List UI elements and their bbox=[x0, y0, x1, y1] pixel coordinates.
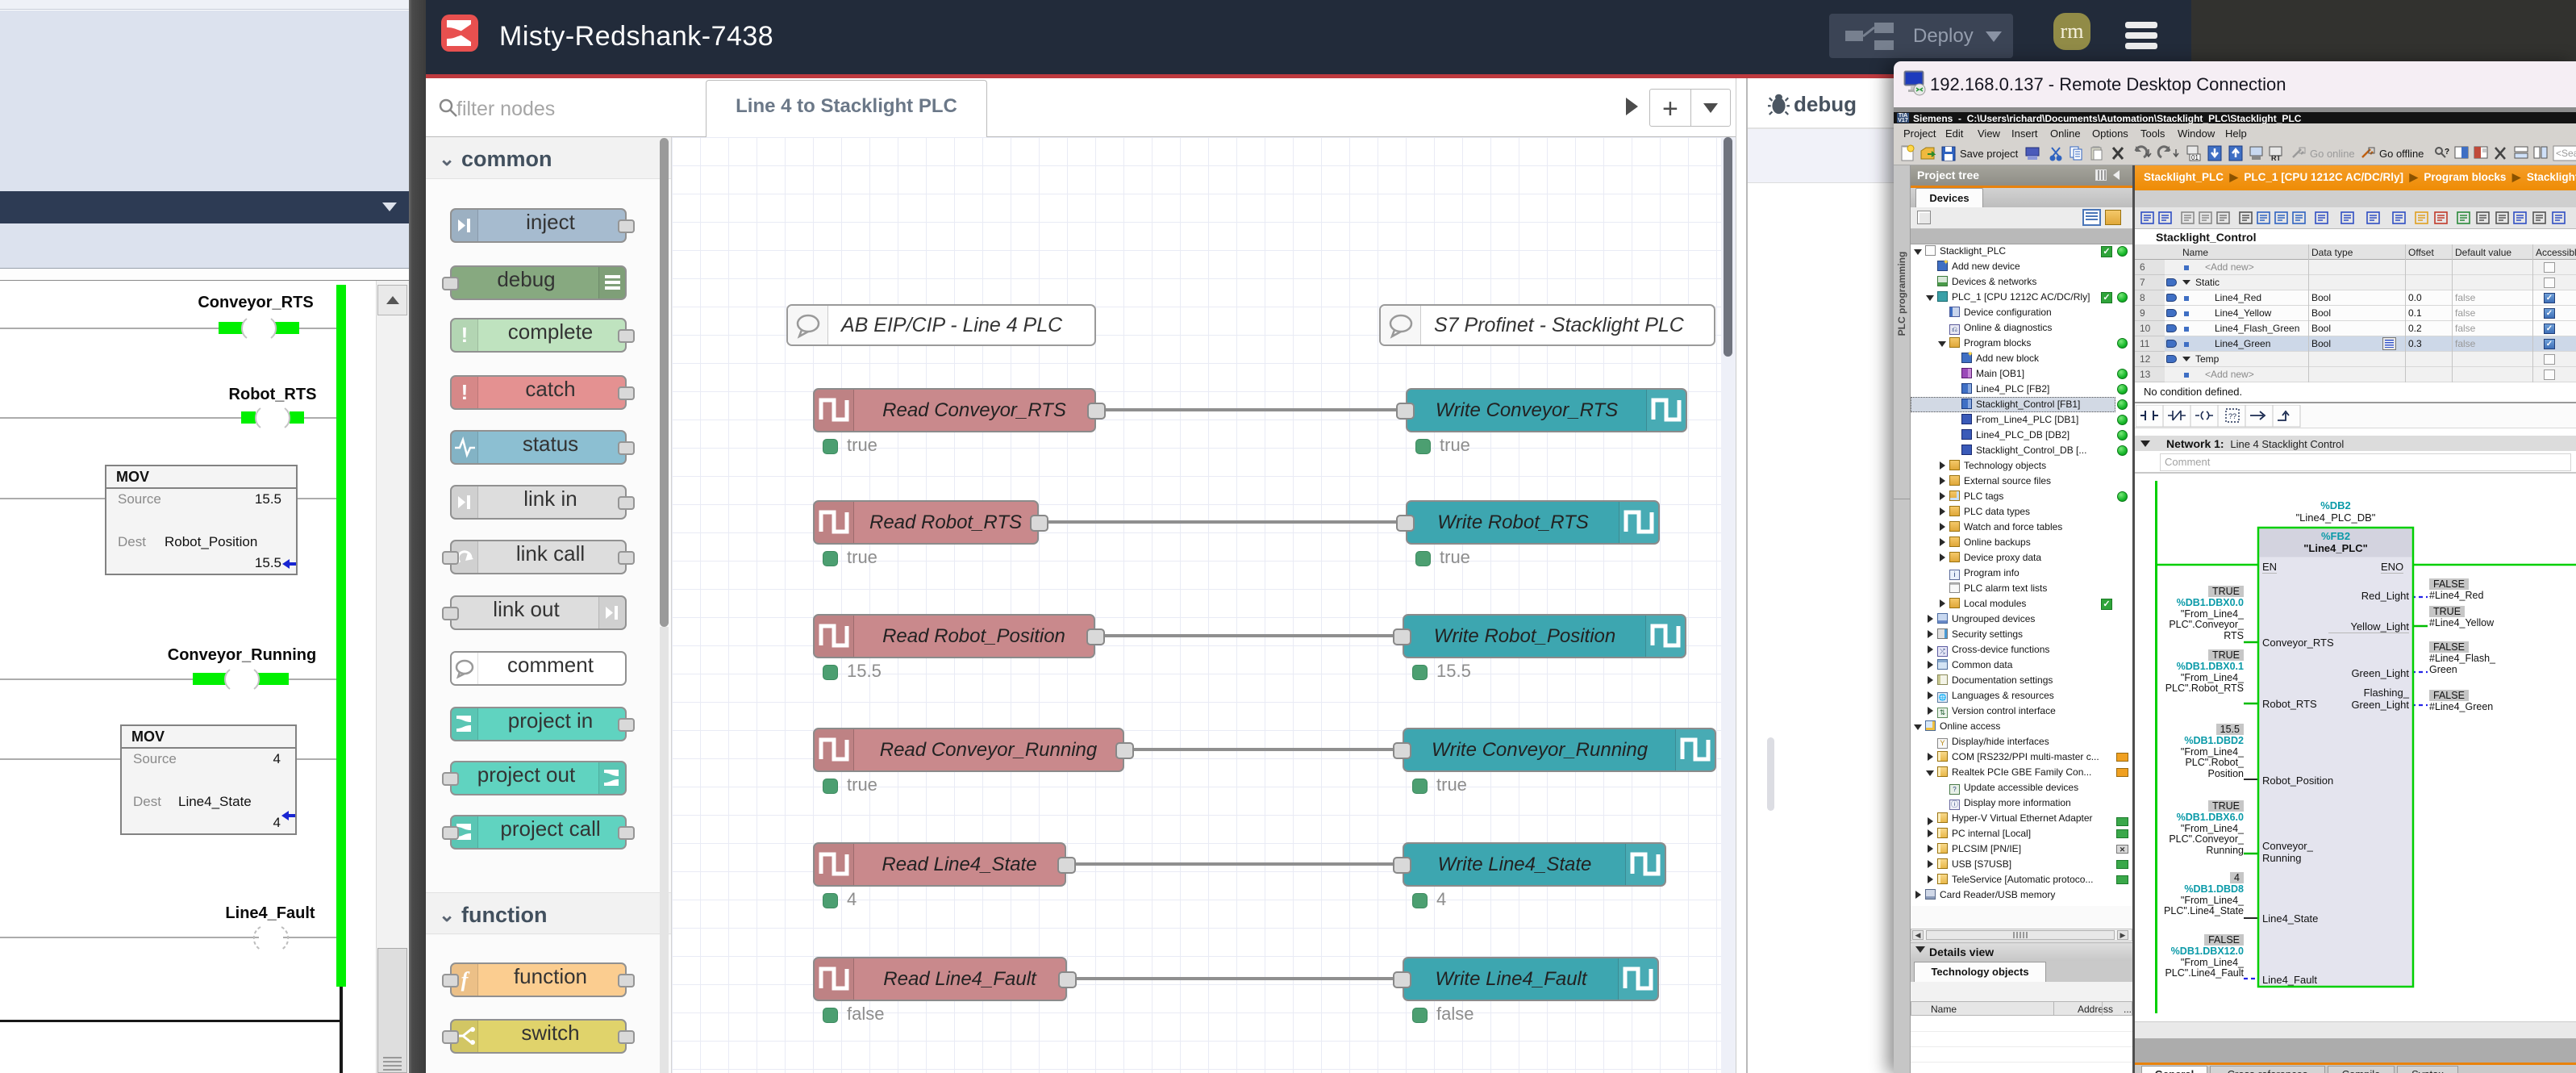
svg-text:?: ? bbox=[2445, 148, 2449, 157]
svg-text:??: ?? bbox=[2228, 412, 2236, 420]
svg-text:Save project: Save project bbox=[1960, 148, 2019, 160]
svg-text:Go online: Go online bbox=[2310, 148, 2355, 160]
svg-text:RT: RT bbox=[2271, 154, 2281, 162]
svg-text:<Sea: <Sea bbox=[2556, 148, 2576, 159]
svg-text:01: 01 bbox=[2191, 154, 2199, 161]
svg-text:Go offline: Go offline bbox=[2379, 148, 2424, 160]
